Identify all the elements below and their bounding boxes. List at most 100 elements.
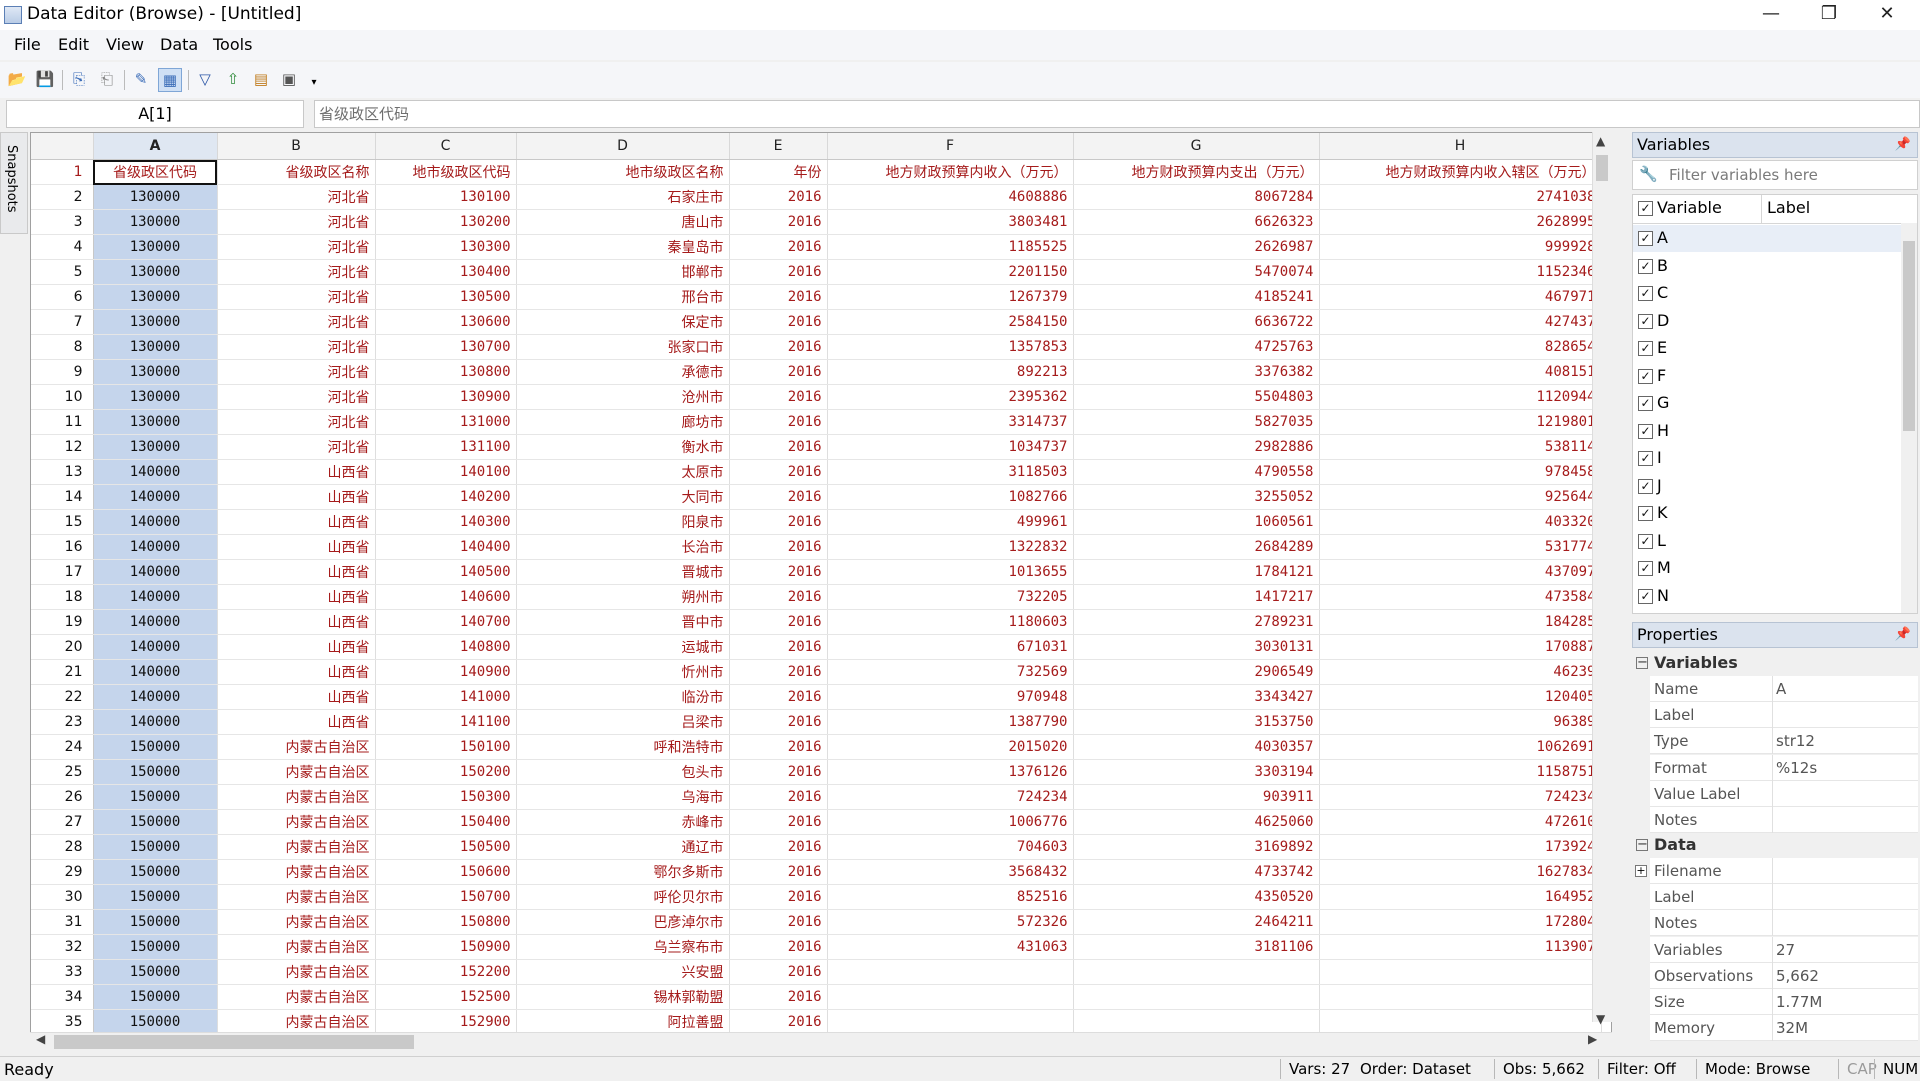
- scroll-down-arrow-icon[interactable]: ▼: [1596, 1012, 1605, 1026]
- data-cell[interactable]: 130400: [375, 259, 517, 285]
- data-cell[interactable]: 150300: [375, 784, 517, 810]
- variable-list-item[interactable]: ✓ B: [1633, 253, 1901, 280]
- data-cell[interactable]: 172804: [1319, 909, 1602, 935]
- data-cell[interactable]: [1073, 1009, 1320, 1033]
- variable-list-scroll-thumb[interactable]: [1903, 241, 1915, 431]
- data-cell[interactable]: 4790558: [1073, 459, 1320, 485]
- data-cell[interactable]: 2016: [729, 434, 828, 460]
- data-cell[interactable]: 150900: [375, 934, 517, 960]
- data-cell[interactable]: 113907: [1319, 934, 1602, 960]
- data-cell[interactable]: 包头市: [516, 759, 730, 785]
- select-all-checkbox[interactable]: ✓: [1638, 201, 1653, 216]
- data-cell[interactable]: 150400: [375, 809, 517, 835]
- data-cell[interactable]: 140000: [93, 559, 218, 585]
- data-cell[interactable]: 2016: [729, 809, 828, 835]
- data-cell[interactable]: 3118503: [827, 459, 1074, 485]
- variable-checkbox[interactable]: ✓: [1638, 368, 1653, 384]
- row-number[interactable]: 8: [31, 334, 94, 360]
- data-cell[interactable]: 6626323: [1073, 209, 1320, 235]
- data-cell[interactable]: 140800: [375, 634, 517, 660]
- data-cell[interactable]: 1120944: [1319, 384, 1602, 410]
- row-number[interactable]: 15: [31, 509, 94, 535]
- variable-list-item[interactable]: ✓ L: [1633, 528, 1901, 555]
- variable-list-item[interactable]: ✓ J: [1633, 473, 1901, 500]
- data-cell[interactable]: 河北省: [217, 359, 376, 385]
- data-cell[interactable]: [827, 1009, 1074, 1033]
- data-cell[interactable]: 3303194: [1073, 759, 1320, 785]
- edit-mode-icon[interactable]: ✎: [130, 68, 152, 90]
- data-cell[interactable]: 地方财政预算内收入（万元）: [827, 159, 1074, 185]
- variable-list-item[interactable]: ✓ M: [1633, 555, 1901, 582]
- data-cell[interactable]: 1322832: [827, 534, 1074, 560]
- data-cell[interactable]: 150000: [93, 984, 218, 1010]
- row-number[interactable]: 17: [31, 559, 94, 585]
- data-cell[interactable]: 1784121: [1073, 559, 1320, 585]
- data-cell[interactable]: 河北省: [217, 234, 376, 260]
- data-cell[interactable]: 内蒙古自治区: [217, 934, 376, 960]
- data-cell[interactable]: 地市级政区名称: [516, 159, 730, 185]
- snapshots-tab[interactable]: Snapshots: [0, 132, 28, 234]
- data-cell[interactable]: 1006776: [827, 809, 1074, 835]
- row-number[interactable]: 32: [31, 934, 94, 960]
- data-cell[interactable]: 131100: [375, 434, 517, 460]
- data-cell[interactable]: 2016: [729, 784, 828, 810]
- data-cell[interactable]: 内蒙古自治区: [217, 984, 376, 1010]
- row-number[interactable]: 7: [31, 309, 94, 335]
- data-cell[interactable]: 150500: [375, 834, 517, 860]
- data-cell[interactable]: 2016: [729, 534, 828, 560]
- data-cell[interactable]: 省级政区代码: [93, 159, 218, 185]
- column-header-b[interactable]: B: [217, 133, 376, 160]
- scroll-right-arrow-icon[interactable]: ▶: [1588, 1032, 1597, 1046]
- data-cell[interactable]: 山西省: [217, 559, 376, 585]
- row-number[interactable]: 29: [31, 859, 94, 885]
- data-cell[interactable]: 2016: [729, 609, 828, 635]
- data-cell[interactable]: 8067284: [1073, 184, 1320, 210]
- data-cell[interactable]: 1387790: [827, 709, 1074, 735]
- menu-edit[interactable]: Edit: [58, 35, 89, 54]
- data-cell[interactable]: 184285: [1319, 609, 1602, 635]
- data-cell[interactable]: 150000: [93, 834, 218, 860]
- data-cell[interactable]: 140000: [93, 534, 218, 560]
- data-cell[interactable]: 437097: [1319, 559, 1602, 585]
- data-cell[interactable]: 130700: [375, 334, 517, 360]
- data-section-header[interactable]: − Data: [1632, 832, 1918, 858]
- data-cell[interactable]: 152500: [375, 984, 517, 1010]
- data-cell[interactable]: 130800: [375, 359, 517, 385]
- data-cell[interactable]: 531774: [1319, 534, 1602, 560]
- data-cell[interactable]: 2016: [729, 909, 828, 935]
- row-number[interactable]: 3: [31, 209, 94, 235]
- data-cell[interactable]: 朔州市: [516, 584, 730, 610]
- data-cell[interactable]: 2016: [729, 684, 828, 710]
- data-cell[interactable]: [1319, 984, 1602, 1010]
- variable-list-item[interactable]: ✓ A: [1633, 225, 1901, 252]
- data-cell[interactable]: 130000: [93, 309, 218, 335]
- data-cell[interactable]: 130100: [375, 184, 517, 210]
- data-cell[interactable]: 廊坊市: [516, 409, 730, 435]
- menu-tools[interactable]: Tools: [213, 35, 252, 54]
- data-cell[interactable]: 忻州市: [516, 659, 730, 685]
- grid-vertical-scrollbar[interactable]: [1592, 132, 1613, 1022]
- data-cell[interactable]: 130000: [93, 284, 218, 310]
- data-cell[interactable]: 河北省: [217, 259, 376, 285]
- row-number[interactable]: 11: [31, 409, 94, 435]
- data-cell[interactable]: 河北省: [217, 284, 376, 310]
- data-cell[interactable]: 130000: [93, 209, 218, 235]
- properties-icon[interactable]: ▤: [250, 68, 272, 90]
- data-cell[interactable]: 乌兰察布市: [516, 934, 730, 960]
- data-cell[interactable]: 140000: [93, 609, 218, 635]
- data-cell[interactable]: 140400: [375, 534, 517, 560]
- data-cell[interactable]: 河北省: [217, 434, 376, 460]
- data-cell[interactable]: 150100: [375, 734, 517, 760]
- property-row[interactable]: Label: [1650, 702, 1918, 729]
- data-cell[interactable]: 内蒙古自治区: [217, 959, 376, 985]
- property-row[interactable]: Size 1.77M: [1650, 989, 1918, 1015]
- data-cell[interactable]: 2016: [729, 259, 828, 285]
- data-cell[interactable]: 晋中市: [516, 609, 730, 635]
- data-cell[interactable]: 沧州市: [516, 384, 730, 410]
- property-row[interactable]: Type str12: [1650, 728, 1918, 755]
- data-cell[interactable]: 3255052: [1073, 484, 1320, 510]
- data-cell[interactable]: 130000: [93, 234, 218, 260]
- data-cell[interactable]: 152200: [375, 959, 517, 985]
- data-cell[interactable]: 赤峰市: [516, 809, 730, 835]
- data-cell[interactable]: 呼和浩特市: [516, 734, 730, 760]
